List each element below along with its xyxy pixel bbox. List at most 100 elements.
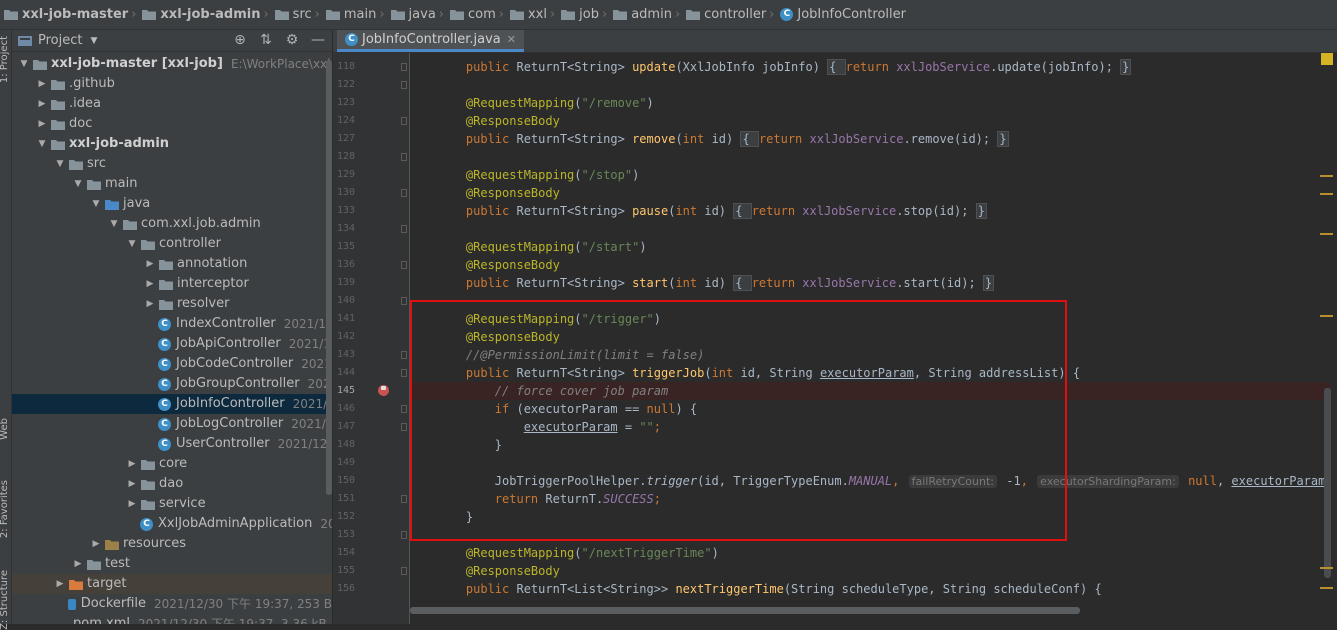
close-icon[interactable]: ✕ — [507, 33, 516, 46]
breadcrumb-item[interactable]: job — [557, 7, 599, 22]
tree-item[interactable]: ▶ doc — [12, 114, 332, 134]
fold-marker-icon[interactable] — [401, 531, 407, 539]
expand-arrow-closed-icon[interactable]: ▶ — [126, 474, 138, 494]
fold-marker-icon[interactable] — [401, 153, 407, 161]
expand-arrow-closed-icon[interactable]: ▶ — [54, 574, 66, 594]
code-area[interactable]: public ReturnT<String> update(XxlJobInfo… — [410, 53, 1330, 624]
expand-arrow-closed-icon[interactable]: ▶ — [36, 94, 48, 114]
tree-item[interactable]: ▶CJobApiController2021/12/3 — [12, 334, 332, 354]
tree-item[interactable]: ▶ test — [12, 554, 332, 574]
expand-arrow-open-icon[interactable]: ▼ — [108, 214, 120, 234]
breadcrumb-item[interactable]: main — [322, 7, 376, 22]
structure-tool-tab[interactable]: Z: Structure — [0, 570, 11, 630]
editor-horizontal-scrollbar[interactable] — [410, 607, 1080, 614]
fold-marker-icon[interactable] — [401, 189, 407, 197]
tree-item[interactable]: ▶Dockerfile2021/12/30 下午 19:37, 253 B — [12, 594, 332, 614]
project-tree-scrollbar[interactable] — [326, 60, 332, 495]
error-stripe-mark[interactable] — [1320, 567, 1333, 569]
tree-item[interactable]: ▶ resources — [12, 534, 332, 554]
error-stripe-mark[interactable] — [1320, 587, 1333, 589]
tree-item[interactable]: ▶CUserController2021/12/30 T — [12, 434, 332, 454]
breadcrumb-item[interactable]: admin — [609, 7, 672, 22]
expand-arrow-closed-icon[interactable]: ▶ — [144, 274, 156, 294]
class-icon: C — [345, 33, 358, 46]
tree-item[interactable]: ▼ com.xxl.job.admin — [12, 214, 332, 234]
editor-vertical-scrollbar[interactable] — [1324, 388, 1331, 578]
tree-item[interactable]: ▶CJobGroupController2021/ — [12, 374, 332, 394]
web-tool-tab[interactable]: Web — [0, 418, 11, 440]
fold-marker-icon[interactable] — [401, 117, 407, 125]
code-line: @RequestMapping("/stop") — [437, 166, 639, 184]
breadcrumb-item[interactable]: com — [446, 7, 496, 22]
project-view-selector[interactable]: Project ▼ — [18, 33, 97, 48]
tree-item[interactable]: ▼ controller — [12, 234, 332, 254]
expand-arrow-closed-icon[interactable]: ▶ — [126, 454, 138, 474]
tree-item[interactable]: ▶ resolver — [12, 294, 332, 314]
breadcrumb-item[interactable]: java — [387, 7, 436, 22]
fold-marker-icon[interactable] — [401, 405, 407, 413]
tree-item[interactable]: ▼ xxl-job-admin — [12, 134, 332, 154]
error-stripe-mark[interactable] — [1320, 233, 1333, 235]
tree-item[interactable]: ▶pom.xml2021/12/30 下午 19:37, 3.36 kB 40 … — [12, 614, 332, 624]
breadcrumb-item[interactable]: xxl-job-master — [0, 7, 128, 22]
breadcrumb-item[interactable]: xxl — [506, 7, 547, 22]
fold-marker-icon[interactable] — [401, 423, 407, 431]
expand-arrow-open-icon[interactable]: ▼ — [126, 234, 138, 254]
error-stripe-mark[interactable] — [1320, 175, 1333, 177]
fold-marker-icon[interactable] — [401, 225, 407, 233]
tree-item[interactable]: ▼ xxl-job-master [xxl-job] E:\WorkPlace\xx… — [12, 54, 332, 74]
expand-arrow-closed-icon[interactable]: ▶ — [126, 494, 138, 514]
tree-item[interactable]: ▶ service — [12, 494, 332, 514]
class-icon: C — [158, 357, 171, 371]
tree-item[interactable]: ▶CJobLogController2021/12/3 — [12, 414, 332, 434]
error-stripe-mark[interactable] — [1320, 315, 1333, 317]
expand-arrow-open-icon[interactable]: ▼ — [54, 154, 66, 174]
tab-jobinfocontroller[interactable]: C JobInfoController.java ✕ — [337, 30, 524, 52]
expand-arrow-open-icon[interactable]: ▼ — [90, 194, 102, 214]
error-stripe-mark[interactable] — [1320, 193, 1333, 195]
fold-marker-icon[interactable] — [401, 567, 407, 575]
breadcrumb-item[interactable]: xxl-job-admin — [138, 7, 260, 22]
favorites-tool-tab[interactable]: 2: Favorites — [0, 480, 11, 538]
collapse-all-icon[interactable]: ⇅ — [258, 32, 274, 48]
fold-marker-icon[interactable] — [401, 63, 407, 71]
fold-marker-icon[interactable] — [401, 297, 407, 305]
tree-item[interactable]: ▶ .idea — [12, 94, 332, 114]
minimize-icon[interactable]: — — [310, 32, 326, 48]
tree-item[interactable]: ▶ core — [12, 454, 332, 474]
tree-item[interactable]: ▶CIndexController2021/12/30 — [12, 314, 332, 334]
expand-arrow-closed-icon[interactable]: ▶ — [36, 74, 48, 94]
tree-item[interactable]: ▶ target — [12, 574, 332, 594]
expand-arrow-closed-icon[interactable]: ▶ — [144, 294, 156, 314]
tree-item[interactable]: ▼ java — [12, 194, 332, 214]
breadcrumb-item[interactable]: src — [271, 7, 312, 22]
tree-item[interactable]: ▼ main — [12, 174, 332, 194]
expand-arrow-closed-icon[interactable]: ▶ — [90, 534, 102, 554]
tree-item[interactable]: ▶CXxlJobAdminApplication2021/ — [12, 514, 332, 534]
fold-marker-icon[interactable] — [401, 369, 407, 377]
warning-indicator-icon[interactable] — [1321, 53, 1333, 65]
tree-item[interactable]: ▶ dao — [12, 474, 332, 494]
expand-arrow-closed-icon[interactable]: ▶ — [72, 554, 84, 574]
breakpoint-icon[interactable] — [378, 385, 389, 396]
project-tool-tab[interactable]: 1: Project — [0, 36, 11, 83]
fold-marker-icon[interactable] — [401, 351, 407, 359]
expand-arrow-closed-icon[interactable]: ▶ — [36, 114, 48, 134]
tree-item[interactable]: ▶CJobCodeController2021/1 — [12, 354, 332, 374]
tree-item[interactable]: ▶ .github — [12, 74, 332, 94]
fold-marker-icon[interactable] — [401, 495, 407, 503]
tree-item[interactable]: ▶ annotation — [12, 254, 332, 274]
breadcrumb-item[interactable]: controller — [682, 7, 766, 22]
gear-icon[interactable]: ⚙ — [284, 32, 300, 48]
locate-icon[interactable]: ⊕ — [232, 32, 248, 48]
expand-arrow-open-icon[interactable]: ▼ — [36, 134, 48, 154]
expand-arrow-open-icon[interactable]: ▼ — [72, 174, 84, 194]
fold-marker-icon[interactable] — [401, 81, 407, 89]
breadcrumb-item[interactable]: C JobInfoController — [776, 7, 906, 22]
tree-item[interactable]: ▼ src — [12, 154, 332, 174]
tree-item[interactable]: ▶CJobInfoController2021/12/ — [12, 394, 332, 414]
fold-marker-icon[interactable] — [401, 261, 407, 269]
expand-arrow-closed-icon[interactable]: ▶ — [144, 254, 156, 274]
tree-item[interactable]: ▶ interceptor — [12, 274, 332, 294]
expand-arrow-open-icon[interactable]: ▼ — [18, 54, 30, 74]
